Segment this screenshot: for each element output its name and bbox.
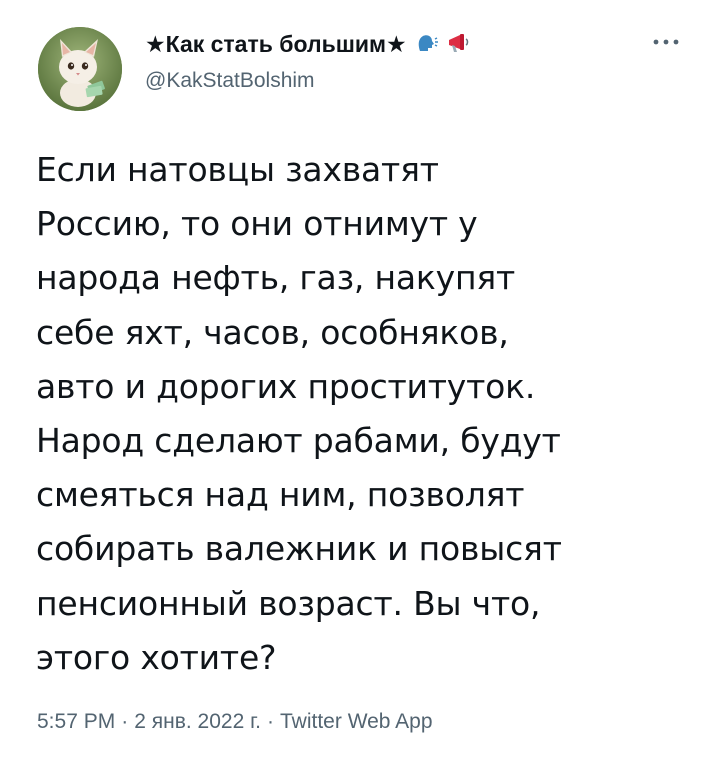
author-header: ★Как стать большим★ @KakStatBolshim	[145, 28, 472, 96]
tweet-date[interactable]: 2 янв. 2022 г.	[134, 710, 261, 733]
tweet-text-line: Россию, то они отнимут у	[36, 204, 478, 244]
tweet-text-line: этого хотите?	[36, 637, 277, 677]
tweet-source-link[interactable]: Twitter Web App	[280, 710, 433, 733]
display-name-text: ★Как стать большим★	[145, 31, 407, 57]
tweet-text-line: пенсионный возраст. Вы что,	[36, 583, 541, 623]
tweet-text-line: Народ сделают рабами, будут	[36, 421, 561, 461]
separator: ·	[267, 710, 275, 733]
tweet-card: ★Как стать большим★ @KakStatBolshim Если…	[0, 0, 720, 769]
author-handle[interactable]: @KakStatBolshim	[145, 66, 472, 96]
tweet-text-line: Если натовцы захватят	[36, 150, 439, 189]
display-name[interactable]: ★Как стать большим★	[145, 28, 472, 63]
kitten-avatar-icon	[38, 27, 122, 111]
avatar[interactable]	[38, 27, 122, 111]
tweet-text-line: смеяться над ним, позволят	[36, 475, 525, 515]
tweet-time[interactable]: 5:57 PM	[37, 710, 115, 733]
speaking-head-icon	[415, 31, 439, 63]
more-dots-icon	[653, 39, 679, 45]
megaphone-icon	[446, 31, 472, 63]
tweet-metadata: 5:57 PM · 2 янв. 2022 г. · Twitter Web App	[37, 707, 433, 737]
tweet-text-line: собирать валежник и повысят	[36, 529, 562, 569]
more-options-button[interactable]	[646, 26, 686, 58]
tweet-text-line: себе яхт, часов, особняков,	[36, 312, 509, 352]
separator: ·	[121, 710, 129, 733]
tweet-text-line: народа нефть, газ, накупят	[36, 258, 516, 298]
tweet-text: Если натовцы захватят Россию, то они отн…	[36, 143, 696, 685]
tweet-text-line: авто и дорогих проституток.	[36, 366, 536, 406]
